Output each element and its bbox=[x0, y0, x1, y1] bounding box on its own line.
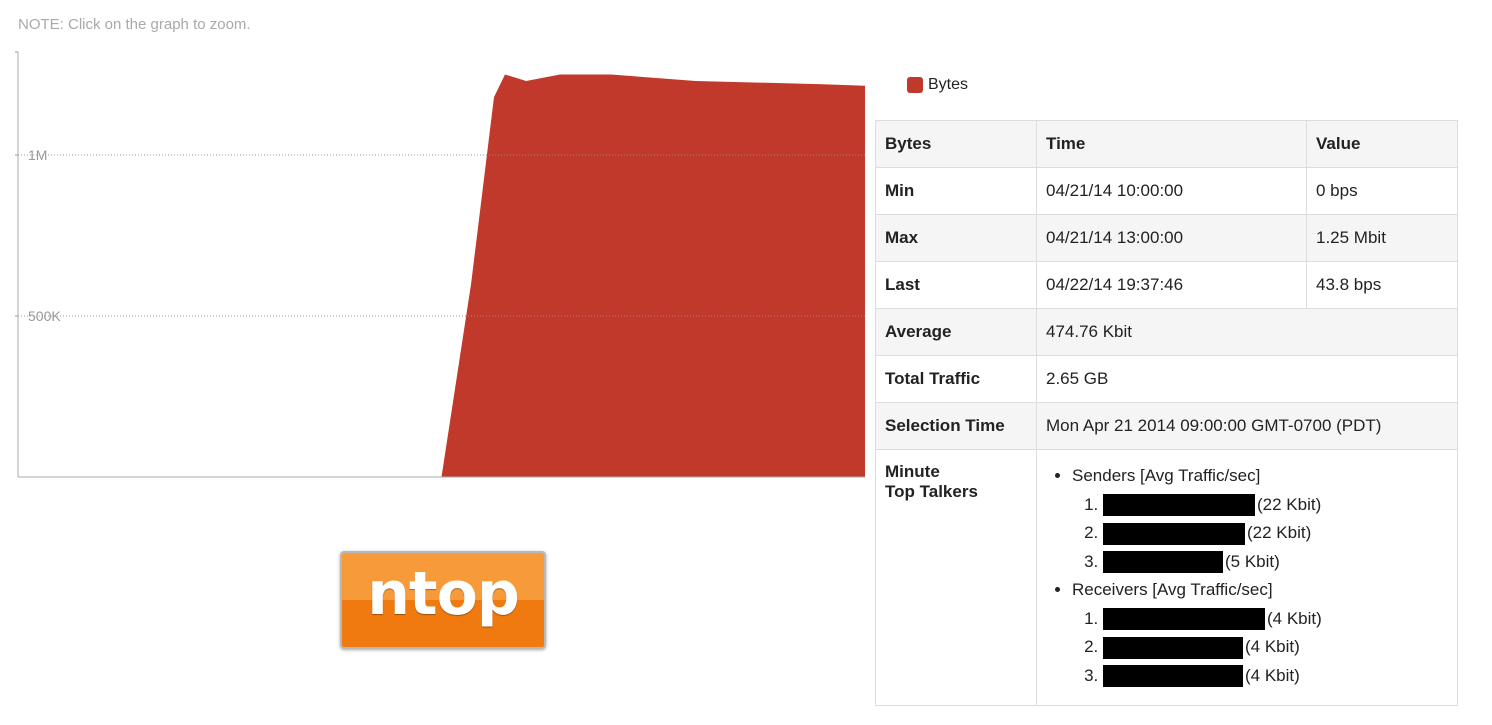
row-value: 474.76 Kbit bbox=[1036, 308, 1458, 356]
table-row-max: Max 04/21/14 13:00:00 1.25 Mbit bbox=[875, 214, 1458, 262]
list-item: (4 Kbit) bbox=[1103, 662, 1448, 691]
row-value: 1.25 Mbit bbox=[1306, 214, 1458, 262]
senders-list: (22 Kbit) (22 Kbit) (5 Kbit) bbox=[1072, 491, 1448, 577]
row-value: Mon Apr 21 2014 09:00:00 GMT-0700 (PDT) bbox=[1036, 402, 1458, 450]
talker-value: (22 Kbit) bbox=[1247, 523, 1312, 542]
header-time: Time bbox=[1036, 120, 1307, 168]
row-label: Average bbox=[875, 308, 1037, 356]
senders-title: Senders [Avg Traffic/sec] bbox=[1072, 466, 1261, 485]
receivers-group: Receivers [Avg Traffic/sec] (4 Kbit) (4 … bbox=[1072, 576, 1448, 690]
redacted-host bbox=[1103, 494, 1255, 517]
receivers-title: Receivers [Avg Traffic/sec] bbox=[1072, 580, 1273, 599]
row-label: Min bbox=[875, 167, 1037, 215]
redacted-host bbox=[1103, 522, 1245, 545]
row-label: Selection Time bbox=[875, 402, 1037, 450]
table-header-row: Bytes Time Value bbox=[875, 120, 1458, 168]
list-item: (4 Kbit) bbox=[1103, 605, 1448, 634]
talker-value: (5 Kbit) bbox=[1225, 551, 1280, 571]
row-value: 43.8 bps bbox=[1306, 261, 1458, 309]
redacted-host bbox=[1103, 636, 1243, 659]
row-time: 04/21/14 13:00:00 bbox=[1036, 214, 1307, 262]
table-row-total-traffic: Total Traffic 2.65 GB bbox=[875, 355, 1458, 403]
table-row-top-talkers: Minute Top Talkers Senders [Avg Traffic/… bbox=[875, 449, 1458, 706]
senders-group: Senders [Avg Traffic/sec] (22 Kbit) (22 … bbox=[1072, 462, 1448, 576]
table-row-last: Last 04/22/14 19:37:46 43.8 bps bbox=[875, 261, 1458, 309]
row-time: 04/21/14 10:00:00 bbox=[1036, 167, 1307, 215]
list-item: (22 Kbit) bbox=[1103, 491, 1448, 520]
stats-table: Bytes Time Value Min 04/21/14 10:00:00 0… bbox=[875, 120, 1458, 706]
top-talkers-list: Senders [Avg Traffic/sec] (22 Kbit) (22 … bbox=[1046, 462, 1448, 690]
redacted-host bbox=[1103, 665, 1243, 688]
bytes-area-series[interactable] bbox=[18, 74, 865, 478]
zoom-note: NOTE: Click on the graph to zoom. bbox=[18, 16, 251, 33]
row-value: 0 bps bbox=[1306, 167, 1458, 215]
top-talkers-cell: Senders [Avg Traffic/sec] (22 Kbit) (22 … bbox=[1036, 449, 1458, 706]
talker-value: (22 Kbit) bbox=[1257, 494, 1322, 514]
list-item: (22 Kbit) bbox=[1103, 519, 1448, 548]
talker-value: (4 Kbit) bbox=[1245, 637, 1300, 656]
table-row-average: Average 474.76 Kbit bbox=[875, 308, 1458, 356]
receivers-list: (4 Kbit) (4 Kbit) (4 Kbit) bbox=[1072, 605, 1448, 691]
row-label: Minute Top Talkers bbox=[875, 449, 1037, 706]
row-label: Max bbox=[875, 214, 1037, 262]
ntop-logo: ntop bbox=[340, 551, 546, 649]
redacted-host bbox=[1103, 551, 1223, 574]
row-label: Total Traffic bbox=[875, 355, 1037, 403]
top-talkers-label-line1: Minute bbox=[885, 462, 940, 481]
row-value: 2.65 GB bbox=[1036, 355, 1458, 403]
talker-value: (4 Kbit) bbox=[1245, 665, 1300, 685]
header-bytes: Bytes bbox=[875, 120, 1037, 168]
table-row-selection-time: Selection Time Mon Apr 21 2014 09:00:00 … bbox=[875, 402, 1458, 450]
talker-value: (4 Kbit) bbox=[1267, 608, 1322, 628]
header-value: Value bbox=[1306, 120, 1458, 168]
logo-text: ntop bbox=[367, 559, 520, 629]
row-time: 04/22/14 19:37:46 bbox=[1036, 261, 1307, 309]
redacted-host bbox=[1103, 608, 1265, 631]
legend-swatch bbox=[907, 77, 923, 93]
chart-legend: Bytes bbox=[907, 76, 968, 94]
traffic-chart[interactable]: 1M500K bbox=[0, 40, 870, 490]
chart-area-layer bbox=[18, 74, 865, 478]
table-row-min: Min 04/21/14 10:00:00 0 bps bbox=[875, 167, 1458, 215]
row-label: Last bbox=[875, 261, 1037, 309]
list-item: (5 Kbit) bbox=[1103, 548, 1448, 577]
top-talkers-label-line2: Top Talkers bbox=[885, 482, 978, 501]
list-item: (4 Kbit) bbox=[1103, 633, 1448, 662]
legend-label: Bytes bbox=[928, 76, 969, 93]
